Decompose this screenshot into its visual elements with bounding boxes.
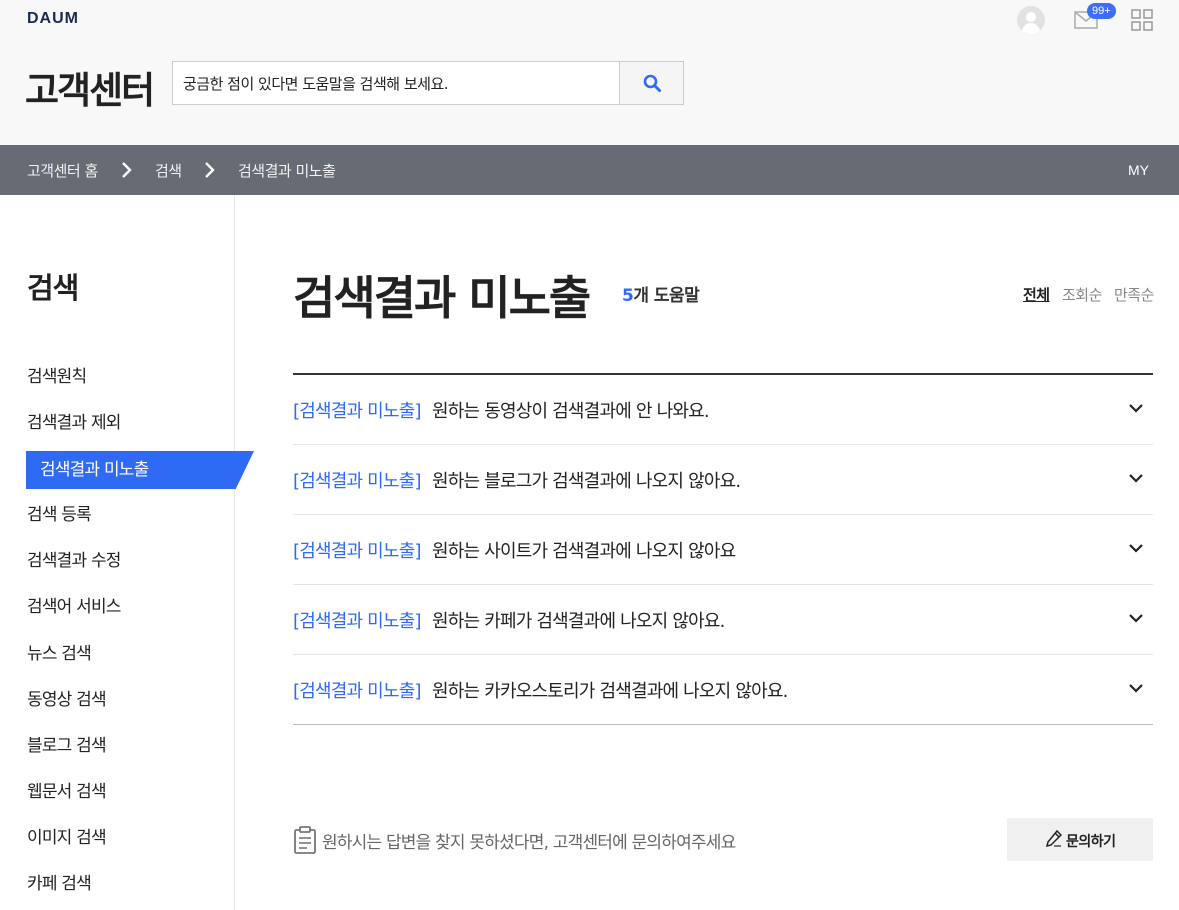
daum-logo[interactable]: DAUM xyxy=(27,10,79,28)
apps-grid-icon[interactable] xyxy=(1131,9,1153,31)
faq-question[interactable]: 원하는 사이트가 검색결과에 나오지 않아요 xyxy=(432,537,736,563)
my-link[interactable]: MY xyxy=(1128,162,1149,178)
sort-satisfaction[interactable]: 만족순 xyxy=(1114,284,1154,305)
faq-category: [검색결과 미노출] xyxy=(293,541,421,562)
faq-item[interactable]: [검색결과 미노출] 원하는 블로그가 검색결과에 나오지 않아요. xyxy=(293,445,1153,515)
search-button[interactable] xyxy=(619,62,683,104)
chevron-down-icon[interactable] xyxy=(1129,543,1143,553)
inquiry-button-label: 문의하기 xyxy=(1066,834,1116,850)
chevron-down-icon[interactable] xyxy=(1129,613,1143,623)
chevron-right-icon xyxy=(122,162,132,178)
breadcrumb: 고객센터 홈 검색 검색결과 미노출 MY xyxy=(0,145,1179,195)
pencil-icon xyxy=(1046,830,1062,847)
sidebar-item-edit-results[interactable]: 검색결과 수정 xyxy=(27,542,121,580)
sort-all[interactable]: 전체 xyxy=(1023,284,1050,305)
sidebar-item-image[interactable]: 이미지 검색 xyxy=(27,819,107,857)
footer-text: 원하시는 답변을 찾지 못하셨다면, 고객센터에 문의하여주세요 xyxy=(322,833,736,853)
chevron-down-icon[interactable] xyxy=(1129,403,1143,413)
chevron-right-icon xyxy=(205,162,215,178)
sidebar-item-register[interactable]: 검색 등록 xyxy=(27,496,92,534)
search-icon xyxy=(643,74,661,92)
faq-item[interactable]: [검색결과 미노출] 원하는 동영상이 검색결과에 안 나와요. xyxy=(293,375,1153,445)
faq-question[interactable]: 원하는 카페가 검색결과에 나오지 않아요. xyxy=(432,607,725,633)
inquiry-button[interactable]: 문의하기 xyxy=(1007,818,1153,861)
sidebar-item-cafe[interactable]: 카페 검색 xyxy=(27,865,92,903)
sidebar-title: 검색 xyxy=(27,271,79,305)
help-count: 5개 도움말 xyxy=(622,281,700,306)
faq-item[interactable]: [검색결과 미노출] 원하는 사이트가 검색결과에 나오지 않아요 xyxy=(293,515,1153,585)
page-title: 검색결과 미노출 xyxy=(293,271,591,325)
mail-badge: 99+ xyxy=(1087,3,1116,19)
chevron-down-icon[interactable] xyxy=(1129,683,1143,693)
chevron-down-icon[interactable] xyxy=(1129,473,1143,483)
breadcrumb-home[interactable]: 고객센터 홈 xyxy=(27,160,98,181)
faq-question[interactable]: 원하는 동영상이 검색결과에 안 나와요. xyxy=(432,397,710,423)
sidebar-item-web[interactable]: 웹문서 검색 xyxy=(27,773,107,811)
sidebar-item-blog[interactable]: 블로그 검색 xyxy=(27,727,107,765)
sidebar-item-keyword-service[interactable]: 검색어 서비스 xyxy=(27,588,121,626)
sort-views[interactable]: 조회순 xyxy=(1062,284,1102,305)
header: DAUM 99+ 고객센터 xyxy=(0,0,1179,145)
faq-category: [검색결과 미노출] xyxy=(293,471,421,492)
search-input[interactable] xyxy=(173,62,619,104)
sidebar-item-not-shown[interactable]: 검색결과 미노출 xyxy=(26,451,254,489)
page-header-title[interactable]: 고객센터 xyxy=(25,60,155,114)
sidebar-item-search-principles[interactable]: 검색원칙 xyxy=(27,358,87,396)
faq-category: [검색결과 미노출] xyxy=(293,611,421,632)
faq-question[interactable]: 원하는 블로그가 검색결과에 나오지 않아요. xyxy=(432,467,741,493)
breadcrumb-current[interactable]: 검색결과 미노출 xyxy=(238,160,336,181)
breadcrumb-search[interactable]: 검색 xyxy=(155,160,182,181)
sidebar-item-excluded[interactable]: 검색결과 제외 xyxy=(27,404,121,442)
sidebar-item-video[interactable]: 동영상 검색 xyxy=(27,681,107,719)
faq-list: [검색결과 미노출] 원하는 동영상이 검색결과에 안 나와요. [검색결과 미… xyxy=(293,373,1153,725)
sidebar-item-news[interactable]: 뉴스 검색 xyxy=(27,635,92,673)
help-count-suffix: 개 도움말 xyxy=(633,286,700,306)
faq-category: [검색결과 미노출] xyxy=(293,681,421,702)
help-count-number: 5 xyxy=(622,286,634,306)
faq-item[interactable]: [검색결과 미노출] 원하는 카카오스토리가 검색결과에 나오지 않아요. xyxy=(293,655,1153,725)
faq-category: [검색결과 미노출] xyxy=(293,401,421,422)
avatar-icon[interactable] xyxy=(1017,6,1045,34)
clipboard-icon xyxy=(294,826,316,854)
search-box xyxy=(172,61,684,105)
faq-question[interactable]: 원하는 카카오스토리가 검색결과에 나오지 않아요. xyxy=(432,677,788,703)
faq-item[interactable]: [검색결과 미노출] 원하는 카페가 검색결과에 나오지 않아요. xyxy=(293,585,1153,655)
